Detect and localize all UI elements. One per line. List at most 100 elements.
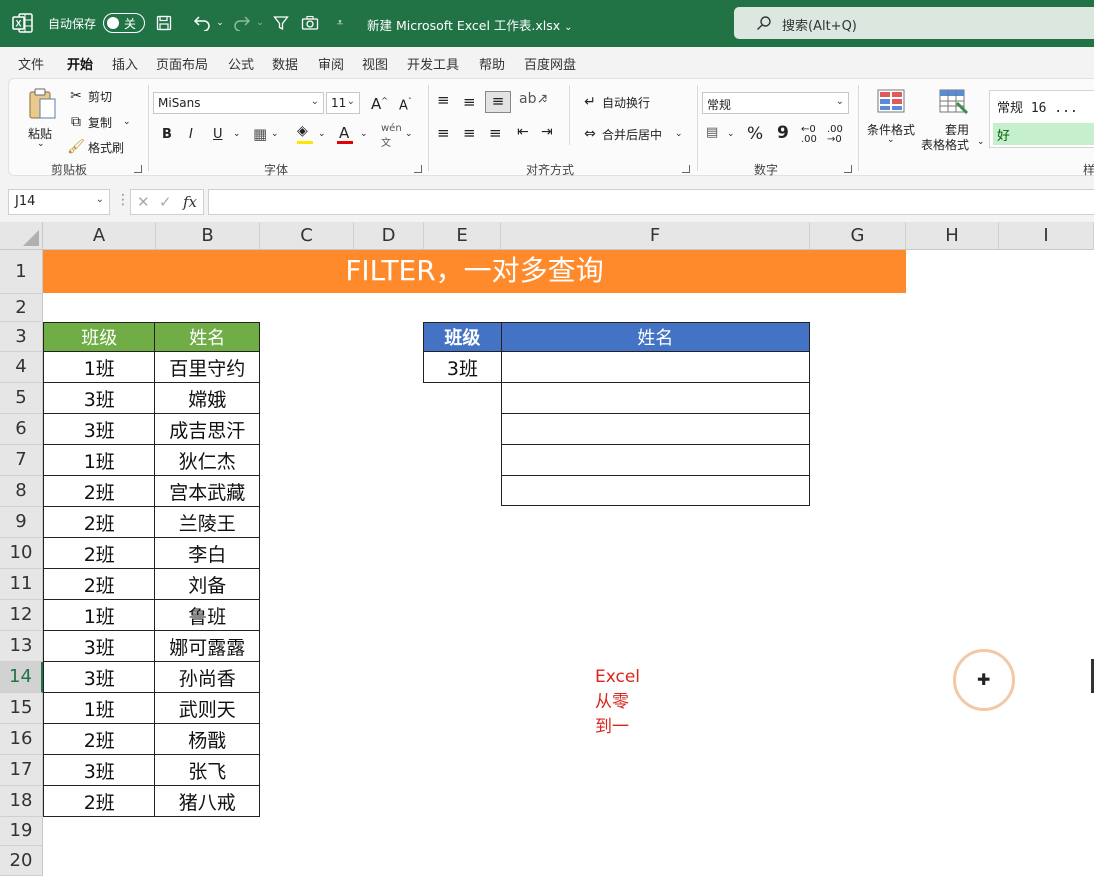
percent-icon[interactable]: % bbox=[747, 124, 763, 144]
cancel-icon[interactable]: ✕ bbox=[137, 193, 150, 211]
name-cell[interactable]: 宫本武藏 bbox=[154, 475, 260, 507]
formula-input[interactable] bbox=[208, 189, 1094, 215]
class-cell[interactable]: 3班 bbox=[42, 382, 156, 414]
wrap-text-button[interactable]: ↵ 自动换行 bbox=[581, 93, 650, 111]
customize-toolbar-icon[interactable]: ⩡ bbox=[330, 13, 350, 33]
search-box[interactable]: 搜索(Alt+Q) bbox=[734, 7, 1094, 39]
undo-icon[interactable] bbox=[192, 13, 212, 33]
name-cell[interactable]: 兰陵王 bbox=[154, 506, 260, 538]
undo-dropdown-icon[interactable]: ⌄ bbox=[210, 13, 230, 33]
name-cell[interactable]: 狄仁杰 bbox=[154, 444, 260, 476]
result-cell[interactable] bbox=[500, 444, 811, 476]
row-header-7[interactable]: 7 bbox=[0, 445, 43, 476]
column-header-f[interactable]: F bbox=[501, 222, 810, 250]
name-cell[interactable]: 猪八戒 bbox=[154, 785, 260, 817]
phonetic-dropdown-icon[interactable]: ⌄ bbox=[405, 129, 413, 139]
tab-view[interactable]: 视图 bbox=[362, 54, 388, 73]
phonetic-icon[interactable]: wén 文 bbox=[381, 123, 402, 149]
font-color-icon[interactable]: A bbox=[339, 124, 349, 142]
filter-icon[interactable] bbox=[271, 13, 291, 33]
lookup-class-input-cell[interactable]: 3班 bbox=[423, 351, 502, 383]
tab-file[interactable]: 文件 bbox=[18, 54, 44, 73]
header-name-cell[interactable]: 姓名 bbox=[154, 322, 260, 352]
row-header-10[interactable]: 10 bbox=[0, 538, 43, 569]
name-cell[interactable]: 鲁班 bbox=[154, 599, 260, 631]
result-cell[interactable] bbox=[500, 351, 811, 383]
row-header-14[interactable]: 14 bbox=[0, 662, 43, 693]
row-header-18[interactable]: 18 bbox=[0, 786, 43, 817]
row-header-2[interactable]: 2 bbox=[0, 294, 43, 322]
column-header-i[interactable]: I bbox=[999, 222, 1094, 250]
row-header-1[interactable]: 1 bbox=[0, 250, 43, 294]
font-color-dropdown-icon[interactable]: ⌄ bbox=[360, 129, 368, 139]
class-cell[interactable]: 2班 bbox=[42, 723, 156, 755]
select-all-corner[interactable] bbox=[0, 222, 43, 250]
name-cell[interactable]: 李白 bbox=[154, 537, 260, 569]
class-cell[interactable]: 2班 bbox=[42, 568, 156, 600]
class-cell[interactable]: 2班 bbox=[42, 537, 156, 569]
tab-help[interactable]: 帮助 bbox=[479, 54, 505, 73]
clipboard-launcher-icon[interactable] bbox=[134, 165, 142, 173]
class-cell[interactable]: 2班 bbox=[42, 475, 156, 507]
banner-title-cell[interactable]: FILTER，一对多查询 bbox=[43, 250, 906, 293]
class-cell[interactable]: 3班 bbox=[42, 630, 156, 662]
formula-bar-resize-handle[interactable]: ⋮ bbox=[116, 192, 130, 208]
cut-button[interactable]: ✂ 剪切 bbox=[67, 87, 112, 105]
column-header-e[interactable]: E bbox=[424, 222, 501, 250]
paste-button[interactable]: 粘贴 ⌄ bbox=[25, 85, 61, 155]
accounting-dropdown-icon[interactable]: ⌄ bbox=[727, 129, 735, 139]
empty-cell[interactable] bbox=[424, 476, 502, 506]
class-cell[interactable]: 3班 bbox=[42, 661, 156, 693]
border-dropdown-icon[interactable]: ⌄ bbox=[271, 129, 279, 139]
tab-data[interactable]: 数据 bbox=[272, 54, 298, 73]
autosave-toggle[interactable]: 关 bbox=[103, 13, 145, 33]
class-cell[interactable]: 1班 bbox=[42, 599, 156, 631]
fill-color-icon[interactable]: ◈ bbox=[297, 123, 308, 139]
bold-button[interactable]: B bbox=[162, 127, 172, 142]
row-header-12[interactable]: 12 bbox=[0, 600, 43, 631]
row-header-3[interactable]: 3 bbox=[0, 322, 43, 352]
redo-dropdown-icon[interactable]: ⌄ bbox=[250, 13, 270, 33]
row-header-20[interactable]: 20 bbox=[0, 846, 43, 876]
tab-insert[interactable]: 插入 bbox=[112, 54, 138, 73]
align-center-icon[interactable]: ≡ bbox=[463, 124, 476, 142]
class-cell[interactable]: 1班 bbox=[42, 692, 156, 724]
column-header-b[interactable]: B bbox=[156, 222, 260, 250]
decrease-indent-icon[interactable]: ⇤ bbox=[517, 124, 529, 140]
align-bottom-icon[interactable]: ≡ bbox=[485, 91, 511, 113]
empty-cell[interactable] bbox=[424, 414, 502, 445]
column-header-g[interactable]: G bbox=[810, 222, 906, 250]
document-title[interactable]: 新建 Microsoft Excel 工作表.xlsx ⌄ bbox=[367, 15, 573, 34]
name-cell[interactable]: 百里守约 bbox=[154, 351, 260, 383]
class-cell[interactable]: 3班 bbox=[42, 413, 156, 445]
number-format-combo[interactable]: 常规 ⌄ bbox=[702, 92, 849, 114]
align-left-icon[interactable]: ≡ bbox=[437, 124, 450, 142]
lookup-header-class-cell[interactable]: 班级 bbox=[423, 322, 502, 352]
name-cell[interactable]: 孙尚香 bbox=[154, 661, 260, 693]
font-size-combo[interactable]: 11 ⌄ bbox=[326, 92, 360, 114]
alignment-launcher-icon[interactable] bbox=[682, 165, 690, 173]
row-header-6[interactable]: 6 bbox=[0, 414, 43, 445]
copy-button[interactable]: ⧉ 复制 ⌄ bbox=[67, 113, 131, 131]
name-cell[interactable]: 杨戬 bbox=[154, 723, 260, 755]
result-cell[interactable] bbox=[500, 413, 811, 445]
lookup-header-name-cell[interactable]: 姓名 bbox=[500, 322, 811, 352]
tab-formulas[interactable]: 公式 bbox=[228, 54, 254, 73]
orientation-dropdown-icon[interactable]: ⌄ bbox=[541, 95, 549, 105]
tab-review[interactable]: 审阅 bbox=[318, 54, 344, 73]
underline-button[interactable]: U bbox=[213, 127, 223, 142]
row-header-13[interactable]: 13 bbox=[0, 631, 43, 662]
row-header-11[interactable]: 11 bbox=[0, 569, 43, 600]
empty-cell[interactable] bbox=[424, 383, 502, 414]
tab-home[interactable]: 开始 bbox=[67, 54, 94, 80]
class-cell[interactable]: 2班 bbox=[42, 506, 156, 538]
result-cell[interactable] bbox=[500, 382, 811, 414]
decrease-font-icon[interactable]: Aˇ bbox=[399, 97, 412, 113]
enter-icon[interactable]: ✓ bbox=[159, 193, 172, 211]
increase-decimal-icon[interactable]: ←0.00 bbox=[801, 125, 817, 145]
increase-indent-icon[interactable]: ⇥ bbox=[541, 124, 553, 140]
row-header-9[interactable]: 9 bbox=[0, 507, 43, 538]
comma-icon[interactable]: 9 bbox=[777, 123, 789, 143]
fill-color-dropdown-icon[interactable]: ⌄ bbox=[318, 129, 326, 139]
increase-font-icon[interactable]: A^ bbox=[371, 95, 388, 113]
